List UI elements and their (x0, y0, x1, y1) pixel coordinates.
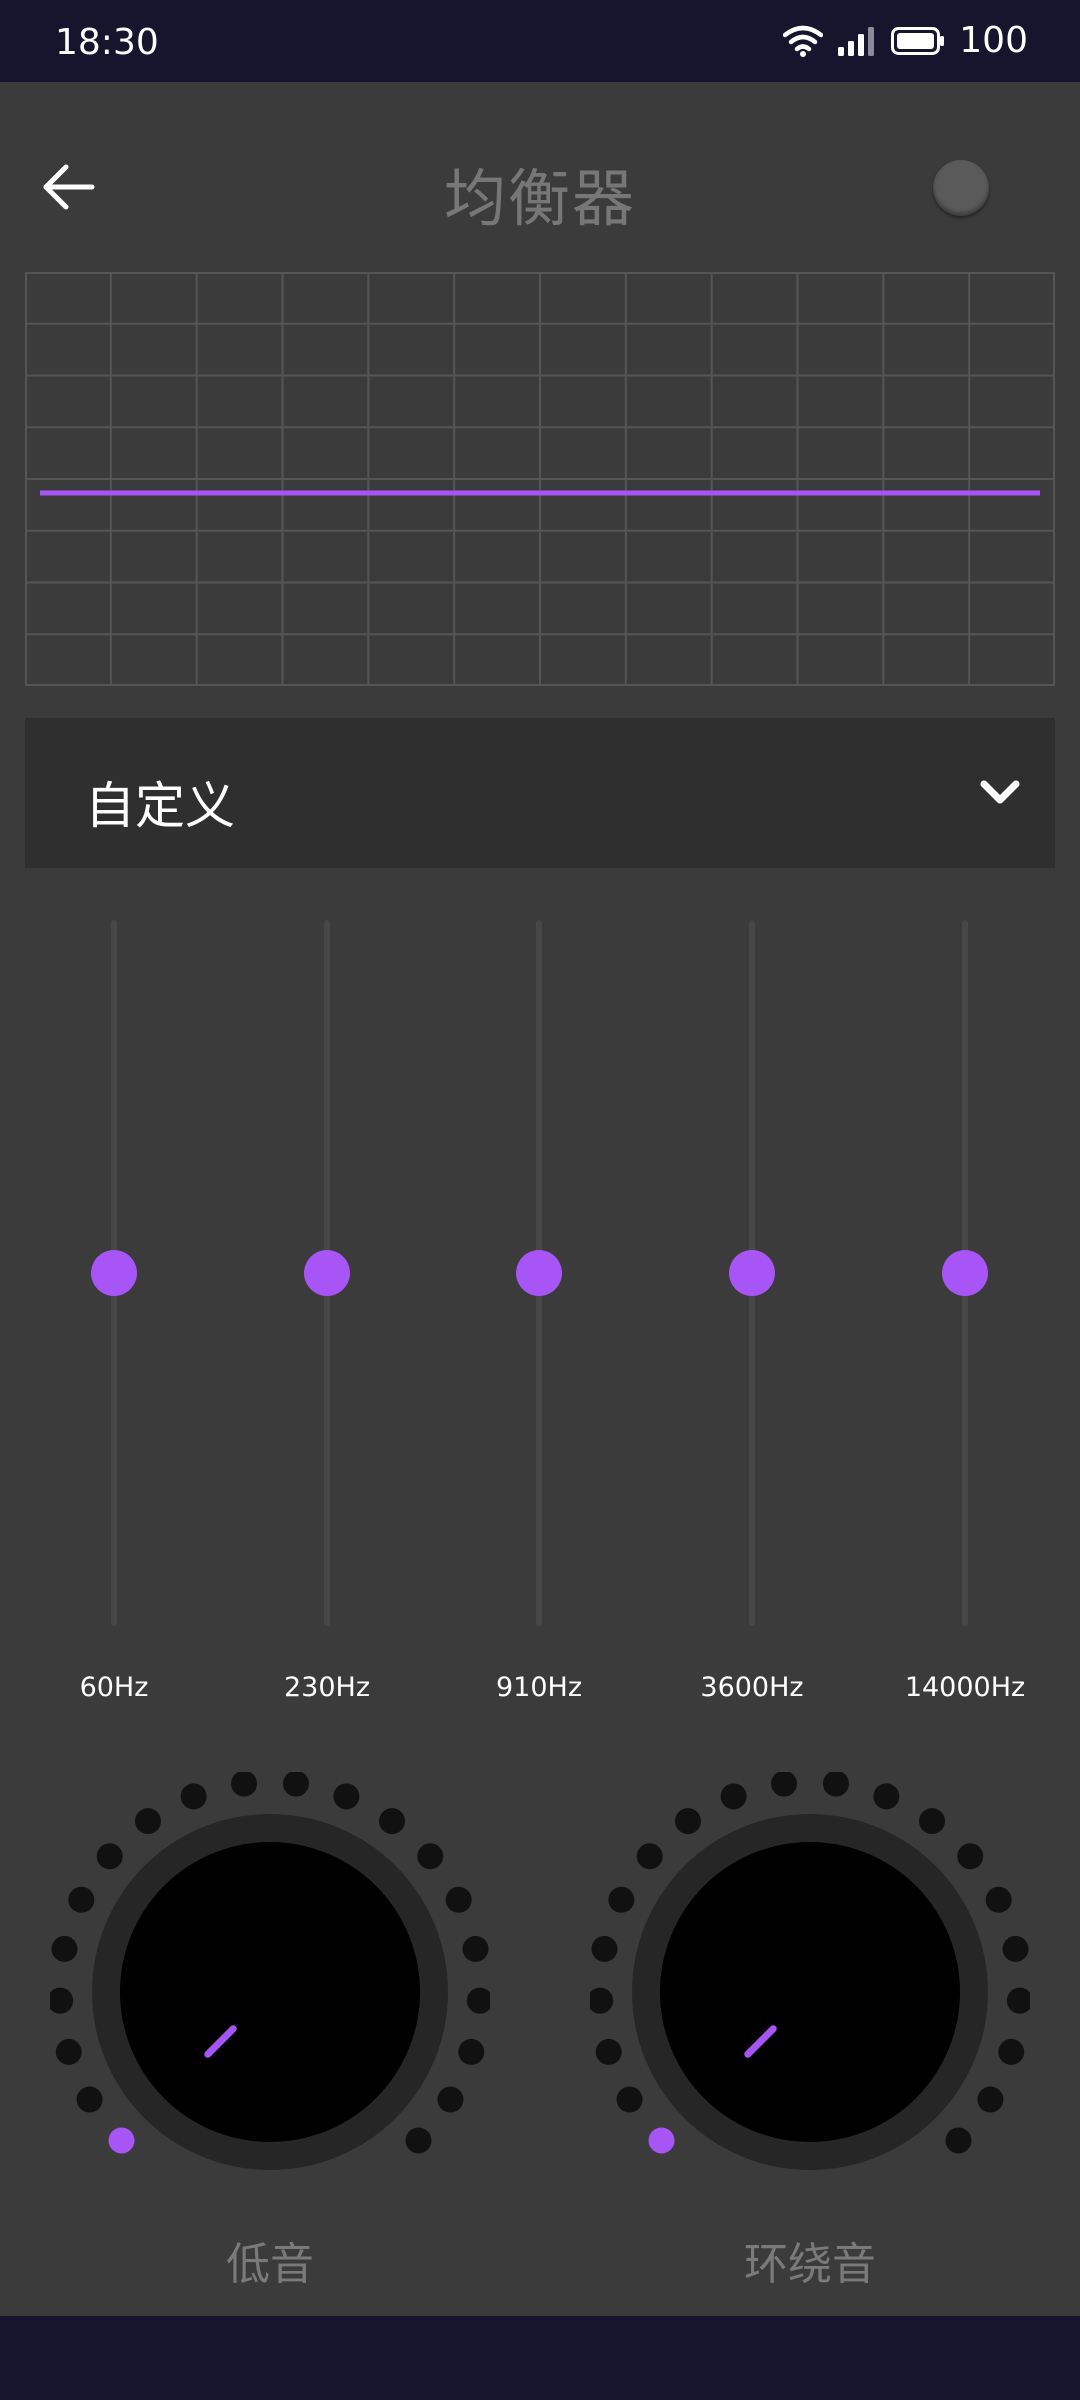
knob-face (660, 1842, 960, 2142)
band-slider-230hz[interactable] (297, 920, 357, 1626)
knob-level-dot (608, 1886, 635, 1913)
knob-level-dot (231, 1770, 258, 1797)
knob-level-dot (51, 1935, 78, 1962)
knob-level-dot (458, 2038, 485, 2065)
battery-level: 100 (959, 20, 1028, 61)
knob-level-dot (636, 1843, 663, 1870)
knob-level-dot (76, 2086, 103, 2113)
slider-thumb[interactable] (942, 1250, 988, 1296)
knob-level-dot (333, 1783, 360, 1810)
knob-level-dot (720, 1783, 747, 1810)
knob-level-dot (919, 1808, 946, 1835)
equalizer-toggle[interactable] (933, 160, 989, 216)
knob-level-dot (648, 2127, 675, 2154)
band-slider-3600hz[interactable] (722, 920, 782, 1626)
knob-level-dot (96, 1843, 123, 1870)
knob-level-dot (134, 1808, 161, 1835)
knob-level-dot (985, 1886, 1012, 1913)
knob-level-dot (55, 2038, 82, 2065)
knob-level-dot (595, 2038, 622, 2065)
slider-thumb[interactable] (304, 1250, 350, 1296)
knob-level-dot (462, 1935, 489, 1962)
knob-level-dot (977, 2086, 1004, 2113)
knob-level-dot (616, 2086, 643, 2113)
band-label-230hz: 230Hz (283, 1672, 370, 1703)
slider-thumb[interactable] (729, 1250, 775, 1296)
wifi-icon (783, 25, 824, 57)
knob-level-dot (445, 1886, 472, 1913)
knob-level-dot (822, 1770, 849, 1797)
battery-icon (891, 26, 945, 55)
band-label-60hz: 60Hz (79, 1672, 149, 1703)
knob-level-dot (47, 1987, 74, 2014)
preset-dropdown[interactable]: 自定义 (25, 718, 1055, 868)
bass-knob[interactable] (47, 1770, 493, 2212)
eq-curve-graph (25, 272, 1055, 686)
knob-level-dot (998, 2038, 1025, 2065)
knob-level-dot (108, 2127, 135, 2154)
surround-knob[interactable] (587, 1770, 1033, 2212)
knob-level-dot (945, 2127, 972, 2154)
band-label-3600hz: 3600Hz (700, 1672, 804, 1703)
slider-thumb[interactable] (91, 1250, 137, 1296)
status-time: 18:30 (55, 22, 159, 63)
bass-knob-label: 低音 (226, 2239, 314, 2290)
navigation-bar (0, 2316, 1080, 2400)
preset-selected-label: 自定义 (85, 777, 235, 835)
knob-level-dot (1002, 1935, 1029, 1962)
knob-level-dot (587, 1987, 614, 2014)
chevron-down-icon (980, 780, 1020, 804)
knob-level-dot (405, 2127, 432, 2154)
knob-level-dot (68, 1886, 95, 1913)
knob-level-dot (437, 2086, 464, 2113)
surround-knob-label: 环绕音 (744, 2239, 876, 2290)
knob-level-dot (957, 1843, 984, 1870)
knob-level-dot (674, 1808, 701, 1835)
band-label-910hz: 910Hz (495, 1672, 582, 1703)
knob-level-dot (591, 1935, 618, 1962)
band-label-14000hz: 14000Hz (904, 1672, 1026, 1703)
knob-level-dot (466, 1987, 493, 2014)
band-slider-60hz[interactable] (84, 920, 144, 1626)
knob-level-dot (417, 1843, 444, 1870)
knob-face (120, 1842, 420, 2142)
knob-level-dot (873, 1783, 900, 1810)
knob-level-dot (1006, 1987, 1033, 2014)
knob-level-dot (180, 1783, 207, 1810)
status-bar: 18:30 100 (0, 0, 1080, 82)
status-icons: 100 (783, 20, 1028, 61)
knob-level-dot (771, 1770, 798, 1797)
knob-level-dot (282, 1770, 309, 1797)
band-slider-14000hz[interactable] (935, 920, 995, 1626)
signal-icon (838, 26, 875, 56)
knob-level-dot (379, 1808, 406, 1835)
page-title: 均衡器 (443, 162, 636, 235)
slider-thumb[interactable] (516, 1250, 562, 1296)
band-slider-910hz[interactable] (509, 920, 569, 1626)
